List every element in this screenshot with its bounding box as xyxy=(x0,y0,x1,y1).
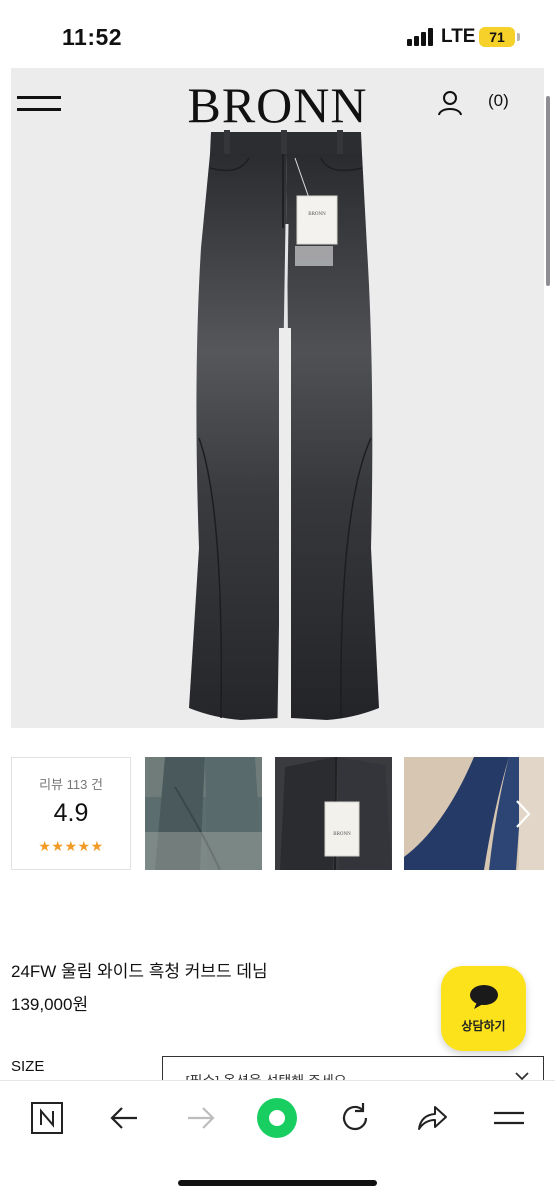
green-dot-icon[interactable] xyxy=(256,1097,298,1139)
product-title: 24FW 울림 와이드 흑청 커브드 데님 xyxy=(11,962,268,981)
back-arrow-icon[interactable] xyxy=(107,1101,141,1135)
product-image[interactable]: BRONN xyxy=(179,128,389,728)
review-count-label: 리뷰 113 건 xyxy=(39,777,103,792)
share-icon[interactable] xyxy=(415,1101,449,1135)
naver-icon[interactable] xyxy=(30,1101,64,1135)
battery-tip xyxy=(517,33,520,41)
review-score: 4.9 xyxy=(53,799,89,827)
scrollbar[interactable] xyxy=(546,96,550,286)
review-summary[interactable]: 리뷰 113 건 4.9 ★★★★★ xyxy=(11,757,131,870)
tag-brand: BRONN xyxy=(308,212,326,217)
status-bar: 11:52 LTE 71 xyxy=(0,0,555,70)
battery-icon: 71 xyxy=(479,27,515,47)
reload-icon[interactable] xyxy=(338,1101,372,1135)
hero-section: BRONN (0) BRONN xyxy=(11,68,544,728)
home-indicator xyxy=(178,1180,377,1186)
cart-count[interactable]: (0) xyxy=(488,91,509,111)
speech-bubble-icon xyxy=(470,985,498,1009)
user-icon[interactable] xyxy=(437,90,463,116)
svg-text:BRONN: BRONN xyxy=(333,832,351,837)
chat-consult-button[interactable]: 상담하기 xyxy=(441,966,526,1051)
signal-icon xyxy=(407,28,435,46)
brand-logo[interactable]: BRONN xyxy=(11,76,544,134)
review-thumbnail-2[interactable]: BRONN xyxy=(275,757,392,870)
network-label: LTE xyxy=(441,26,476,47)
size-label: SIZE xyxy=(11,1058,45,1075)
review-stars: ★★★★★ xyxy=(38,838,104,854)
menu-icon[interactable] xyxy=(492,1101,526,1135)
status-time: 11:52 xyxy=(62,24,123,50)
review-thumbnail-1[interactable] xyxy=(145,757,262,870)
forward-arrow-icon xyxy=(188,1107,215,1129)
product-price: 139,000원 xyxy=(11,995,89,1014)
next-thumbnail-chevron-icon[interactable] xyxy=(512,798,534,830)
chat-label: 상담하기 xyxy=(461,1019,506,1033)
